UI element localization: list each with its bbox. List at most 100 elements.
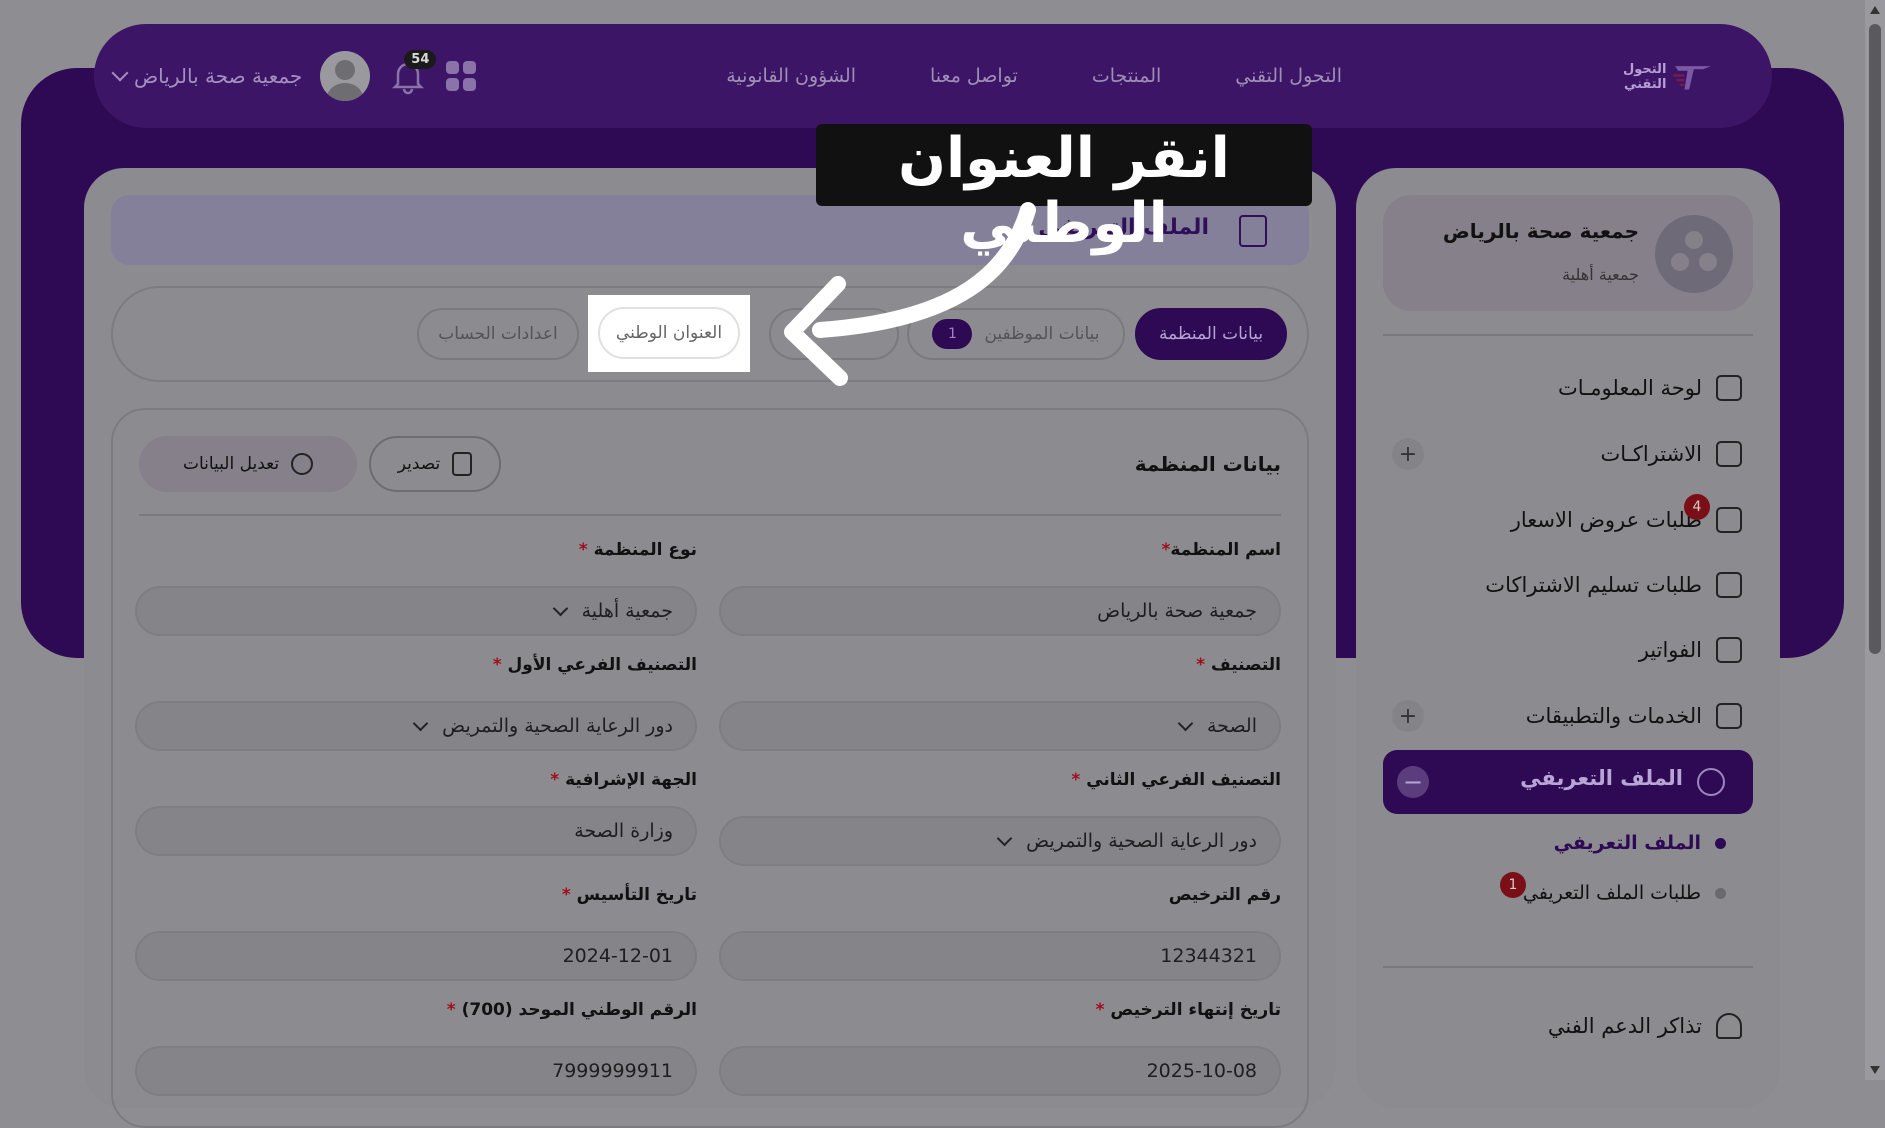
sidebar: جمعية صحة بالرياض جمعية أهلية لوحة المعل… — [1356, 168, 1780, 1108]
sidebar-item-dashboard[interactable]: لوحة المعلومـات — [1558, 368, 1742, 408]
nav-tech-transformation[interactable]: التحول التقني — [1235, 65, 1342, 87]
label-text: الرقم الوطني الموحد (700) — [461, 1000, 697, 1020]
sidebar-item-subscriptions[interactable]: الاشتراكـات — [1601, 434, 1742, 474]
unified-no-field[interactable]: 7999999911 — [135, 1046, 697, 1096]
org-name-label: اسم المنظمة* — [1161, 540, 1282, 560]
sidebar-subitem-label: طلبات الملف التعريفي — [1522, 882, 1701, 904]
tab-account-settings[interactable]: اعدادات الحساب — [417, 308, 579, 360]
founded-label: تاريخ التأسيس * — [561, 885, 697, 905]
quotes-count-badge: 4 — [1684, 494, 1710, 520]
logo-text: التحول التقني — [1622, 62, 1667, 92]
collapse-profile-button[interactable]: − — [1397, 766, 1429, 798]
org-type-select[interactable]: جمعية أهلية — [135, 586, 697, 636]
tab-org-data-label: بيانات المنظمة — [1158, 324, 1264, 344]
nav-products[interactable]: المنتجات — [1092, 65, 1161, 87]
license-end-value: 2025-10-08 — [1146, 1060, 1257, 1082]
sidebar-org-name: جمعية صحة بالرياض — [1442, 219, 1639, 243]
label-text: الجهة الإشرافية — [565, 770, 697, 790]
scroll-up-icon[interactable] — [1870, 6, 1880, 14]
scroll-thumb[interactable] — [1869, 24, 1881, 654]
form-divider — [139, 514, 1281, 516]
instruction-arrow-icon — [784, 202, 1036, 386]
apps-icon — [1716, 703, 1742, 729]
sidebar-item-label: الملف التعريفي — [1520, 766, 1683, 790]
label-text: تاريخ التأسيس — [576, 885, 697, 905]
logo-mark-icon — [1673, 66, 1712, 90]
grid-cell — [446, 61, 460, 74]
edit-data-button[interactable]: تعديل البيانات — [139, 436, 357, 492]
expand-services-button[interactable]: + — [1392, 700, 1424, 732]
page-scrollbar[interactable] — [1865, 0, 1885, 1080]
org-name-field[interactable]: جمعية صحة بالرياض — [719, 586, 1281, 636]
founded-value: 2024-12-01 — [562, 945, 673, 967]
main-nav: التحول التقني المنتجات تواصل معنا الشؤون… — [726, 24, 1342, 128]
sidebar-divider — [1383, 966, 1753, 968]
label-text: التصنيف الفرعي الأول — [507, 655, 698, 675]
nav-contact[interactable]: تواصل معنا — [930, 65, 1018, 87]
tab-national-address[interactable]: العنوان الوطني — [598, 307, 740, 359]
chevron-down-icon — [1177, 715, 1194, 731]
section-title: بيانات المنظمة — [1134, 452, 1281, 476]
license-end-field[interactable]: 2025-10-08 — [719, 1046, 1281, 1096]
tab-national-address-label: العنوان الوطني — [615, 323, 723, 343]
sidebar-subitem-profile-requests[interactable]: طلبات الملف التعريفي — [1523, 882, 1726, 904]
brand-logo[interactable]: التحول التقني — [1596, 54, 1716, 100]
sidebar-org-type: جمعية أهلية — [1562, 265, 1639, 284]
top-bar: التحول التقني التحول التقني المنتجات توا… — [94, 24, 1772, 128]
license-no-value: 12344321 — [1160, 945, 1257, 967]
price-quote-icon — [1716, 507, 1742, 533]
founded-field[interactable]: 2024-12-01 — [135, 931, 697, 981]
category-label: التصنيف * — [1196, 655, 1281, 675]
tab-org-data[interactable]: بيانات المنظمة — [1135, 308, 1287, 360]
tab-account-settings-label: اعدادات الحساب — [438, 324, 558, 344]
user-area: جمعية صحة بالرياض 54 — [111, 50, 477, 102]
sidebar-item-profile[interactable]: الملف التعريفي − — [1383, 750, 1753, 814]
sub-category-2-select[interactable]: دور الرعاية الصحية والتمريض — [719, 816, 1281, 866]
sub-category-2-label: التصنيف الفرعي الثاني * — [1071, 770, 1281, 790]
expand-subscriptions-button[interactable]: + — [1392, 438, 1424, 470]
sidebar-item-label: تذاكر الدعم الفني — [1547, 1014, 1702, 1038]
edit-label: تعديل البيانات — [182, 454, 280, 474]
chevron-down-icon — [412, 715, 429, 731]
category-select[interactable]: الصحة — [719, 701, 1281, 751]
tab-national-address-highlight: العنوان الوطني — [588, 295, 750, 372]
profile-requests-badge: 1 — [1500, 872, 1526, 898]
notifications-count-badge: 54 — [404, 50, 437, 69]
sidebar-subitem-profile[interactable]: الملف التعريفي — [1554, 832, 1726, 854]
apps-grid-icon[interactable] — [446, 61, 477, 91]
sidebar-item-deliveries[interactable]: طلبات تسليم الاشتراكات — [1485, 565, 1742, 605]
export-label: تصدير — [397, 454, 441, 474]
sidebar-item-support[interactable]: تذاكر الدعم الفني — [1548, 1006, 1742, 1046]
org-switcher-label: جمعية صحة بالرياض — [134, 64, 303, 88]
sidebar-item-services[interactable]: الخدمات والتطبيقات — [1526, 696, 1742, 736]
scroll-down-icon[interactable] — [1870, 1066, 1880, 1074]
label-text: نوع المنظمة — [593, 540, 697, 560]
sub-category-1-select[interactable]: دور الرعاية الصحية والتمريض — [135, 701, 697, 751]
org-switcher[interactable]: جمعية صحة بالرياض — [111, 64, 303, 88]
page: التحول التقني التحول التقني المنتجات توا… — [0, 0, 1885, 1128]
sidebar-item-label: لوحة المعلومـات — [1557, 376, 1702, 400]
chevron-down-icon — [111, 64, 129, 82]
supervisor-field[interactable]: وزارة الصحة — [135, 806, 697, 856]
sub-category-1-value: دور الرعاية الصحية والتمريض — [442, 715, 673, 737]
headset-icon — [1716, 1013, 1742, 1039]
avatar[interactable] — [320, 51, 371, 101]
license-no-field[interactable]: 12344321 — [719, 931, 1281, 981]
sidebar-item-invoices[interactable]: الفواتير — [1639, 630, 1742, 670]
sidebar-item-label: طلبات عروض الاسعار — [1510, 508, 1702, 532]
chevron-down-icon — [552, 600, 568, 616]
unified-no-value: 7999999911 — [552, 1060, 673, 1082]
notifications-button[interactable]: 54 — [388, 50, 437, 96]
export-icon — [452, 452, 473, 476]
instruction-callout: انقر العنوان الوطني — [816, 124, 1312, 256]
nav-legal[interactable]: الشؤون القانونية — [726, 65, 856, 87]
supervisor-value: وزارة الصحة — [574, 820, 673, 842]
license-no-label: رقم الترخيص — [1168, 885, 1281, 905]
sub-category-2-value: دور الرعاية الصحية والتمريض — [1026, 830, 1257, 852]
sidebar-item-label: طلبات تسليم الاشتراكات — [1485, 573, 1702, 597]
delivery-document-icon — [1716, 572, 1742, 598]
org-avatar-icon — [1655, 215, 1733, 293]
export-button[interactable]: تصدير — [369, 436, 501, 492]
grid-cell — [446, 78, 460, 91]
category-value: الصحة — [1207, 715, 1257, 737]
